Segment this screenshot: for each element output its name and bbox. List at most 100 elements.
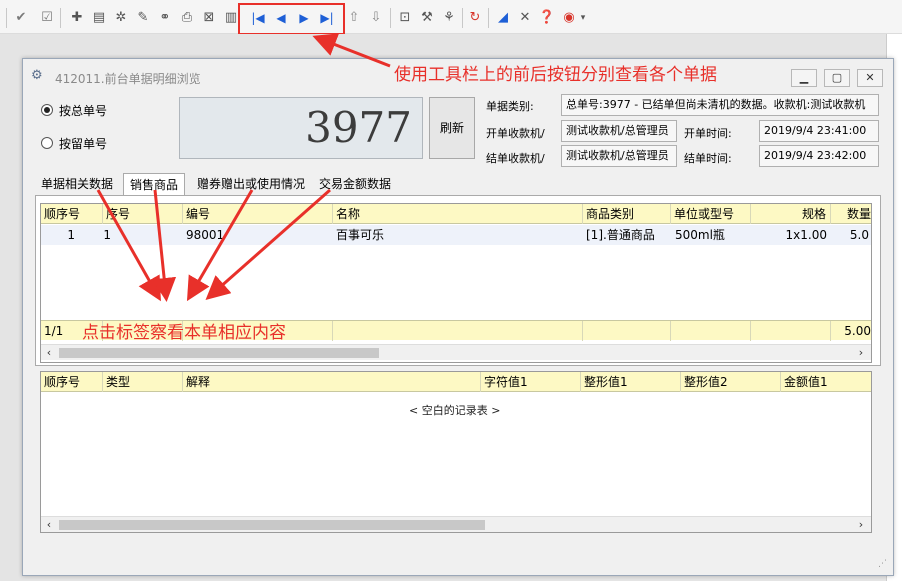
log-records-grid: 顺序号 类型 解释 字符值1 整形值1 整形值2 金额值1 < 空白的记录表 >… [40,371,872,533]
grid-header: 顺序号 序号 编号 名称 商品类别 单位或型号 规格 数量 [41,204,871,224]
add-icon[interactable]: ✚ [68,9,86,27]
help-icon[interactable]: ❓ [538,9,556,27]
footer-cell [671,321,751,341]
radio-by-held-number-label[interactable]: 按留单号 [59,135,107,152]
column-header[interactable]: 类型 [103,372,183,392]
export-icon[interactable]: ⊠ [200,9,218,27]
column-header[interactable]: 规格 [751,204,831,224]
binoculars-icon[interactable]: ⚭ [156,9,174,27]
column-header[interactable]: 单位或型号 [671,204,751,224]
footer-cell [583,321,671,341]
column-header[interactable]: 金额值1 [781,372,871,392]
tools-icon[interactable]: ✕ [516,9,534,27]
column-header[interactable]: 名称 [333,204,583,224]
toolbar-separator [462,8,463,28]
settings-icon[interactable]: ✲ [112,9,130,27]
next-record-icon[interactable]: ▶ [295,9,313,27]
toolbar-separator [60,8,61,28]
scroll-right-icon[interactable]: › [853,345,869,361]
scrollbar-thumb[interactable] [59,520,485,530]
checkbox-icon[interactable]: ☑ [38,9,56,27]
toolbar-separator [6,8,7,28]
open-time-label: 开单时间: [684,127,732,140]
radio-by-total-number[interactable] [41,104,53,116]
toolbar-separator [488,8,489,28]
close-machine-label: 结单收款机/ [486,152,545,165]
edit-icon[interactable]: ✎ [134,9,152,27]
scroll-left-icon[interactable]: ‹ [41,345,57,361]
column-header[interactable]: 序号 [103,204,183,224]
stop-icon[interactable]: ◉ [560,9,578,27]
open-time-field: 2019/9/4 23:41:00 [759,120,879,142]
doc-type-field: 总单号:3977 - 已结单但尚未清机的数据。收款机:测试收款机 [561,94,879,116]
main-toolbar: ✔ ☑ ✚ ▤ ✲ ✎ ⚭ ⎙ ⊠ ▥ |◀ ◀ ▶ ▶| ⇧ ⇩ ⊡ ⚒ ⚘ … [0,0,902,35]
row-cell: 1 [103,228,111,242]
row-cell: 5.0 [849,228,869,242]
detail-browse-window: ⚙ 412011.前台单据明细浏览 ▁ ▢ ✕ 按总单号 按留单号 3977 刷… [22,58,894,576]
horizontal-scrollbar[interactable]: ‹ › [41,344,871,360]
column-header[interactable]: 顺序号 [41,204,103,224]
window-title: 412011.前台单据明细浏览 [55,72,201,86]
tool-icon[interactable]: ⚒ [418,9,436,27]
order-number-display: 3977 [179,97,423,159]
column-header[interactable]: 整形值1 [581,372,681,392]
annotation-toolbar-hint: 使用工具栏上的前后按钮分别查看各个单据 [394,65,717,85]
preview-icon[interactable]: ⊡ [396,9,414,27]
tab-transaction-amount[interactable]: 交易金额数据 [313,173,397,195]
table-row[interactable]: 1 1 98001 百事可乐 [1].普通商品 500ml瓶 1x1.00 5.… [41,225,871,245]
insert-row-icon[interactable]: ▤ [90,9,108,27]
app-gear-icon: ⚙ [31,68,43,83]
row-cell: 1x1.00 [785,228,827,242]
refresh-icon[interactable]: ↻ [466,9,484,27]
column-header[interactable]: 编号 [183,204,333,224]
prev-record-icon[interactable]: ◀ [272,9,290,27]
maximize-button[interactable]: ▢ [824,69,850,87]
column-header[interactable]: 顺序号 [41,372,103,392]
scroll-right-icon[interactable]: › [853,517,869,533]
check-icon[interactable]: ✔ [12,9,30,27]
horizontal-scrollbar[interactable]: ‹ › [41,516,871,532]
toolbar-separator [390,8,391,28]
minimize-button[interactable]: ▁ [791,69,817,87]
column-header[interactable]: 数量 [831,204,871,224]
row-cell: 1 [67,228,75,242]
column-header[interactable]: 商品类别 [583,204,671,224]
column-header[interactable]: 整形值2 [681,372,781,392]
print-icon[interactable]: ⎙ [178,9,196,27]
radio-by-held-number[interactable] [41,137,53,149]
resize-grip-icon[interactable]: ⋰ [878,559,887,569]
open-machine-label: 开单收款机/ [486,127,545,140]
column-header[interactable]: 字符值1 [481,372,581,392]
grid-header: 顺序号 类型 解释 字符值1 整形值1 整形值2 金额值1 [41,372,871,392]
row-cell: [1].普通商品 [586,228,655,242]
column-header[interactable]: 解释 [183,372,481,392]
radio-by-total-number-label[interactable]: 按总单号 [59,102,107,119]
tab-related-data[interactable]: 单据相关数据 [35,173,119,195]
last-record-icon[interactable]: ▶| [318,9,336,27]
dropdown-icon[interactable]: ▾ [578,9,588,27]
footer-cell [751,321,831,341]
empty-table-message: < 空白的记录表 > [409,404,501,417]
first-record-icon[interactable]: |◀ [249,9,267,27]
close-button[interactable]: ✕ [857,69,883,87]
chart-icon[interactable]: ◢ [494,9,512,27]
arrow-down-icon[interactable]: ⇩ [367,9,385,27]
row-cell: 500ml瓶 [675,228,725,242]
row-cell: 98001 [186,228,225,242]
footer-cell [333,321,583,341]
doc-type-label: 单据类别: [486,100,534,113]
scroll-left-icon[interactable]: ‹ [41,517,57,533]
magic-icon[interactable]: ⚘ [440,9,458,27]
arrow-up-icon[interactable]: ⇧ [345,9,363,27]
close-time-label: 结单时间: [684,152,732,165]
close-machine-field: 测试收款机/总管理员 [561,145,677,167]
tab-sales-goods[interactable]: 销售商品 [123,173,186,195]
row-cell: 百事可乐 [336,228,385,242]
total-quantity: 5.00 [844,324,871,338]
scrollbar-thumb[interactable] [59,348,379,358]
annotation-tab-hint: 点击标签察看本单相应内容 [82,323,286,343]
open-machine-field: 测试收款机/总管理员 [561,120,677,142]
close-time-field: 2019/9/4 23:42:00 [759,145,879,167]
tab-coupon-usage[interactable]: 赠券赠出或使用情况 [191,173,311,195]
refresh-button[interactable]: 刷新 [429,97,475,159]
